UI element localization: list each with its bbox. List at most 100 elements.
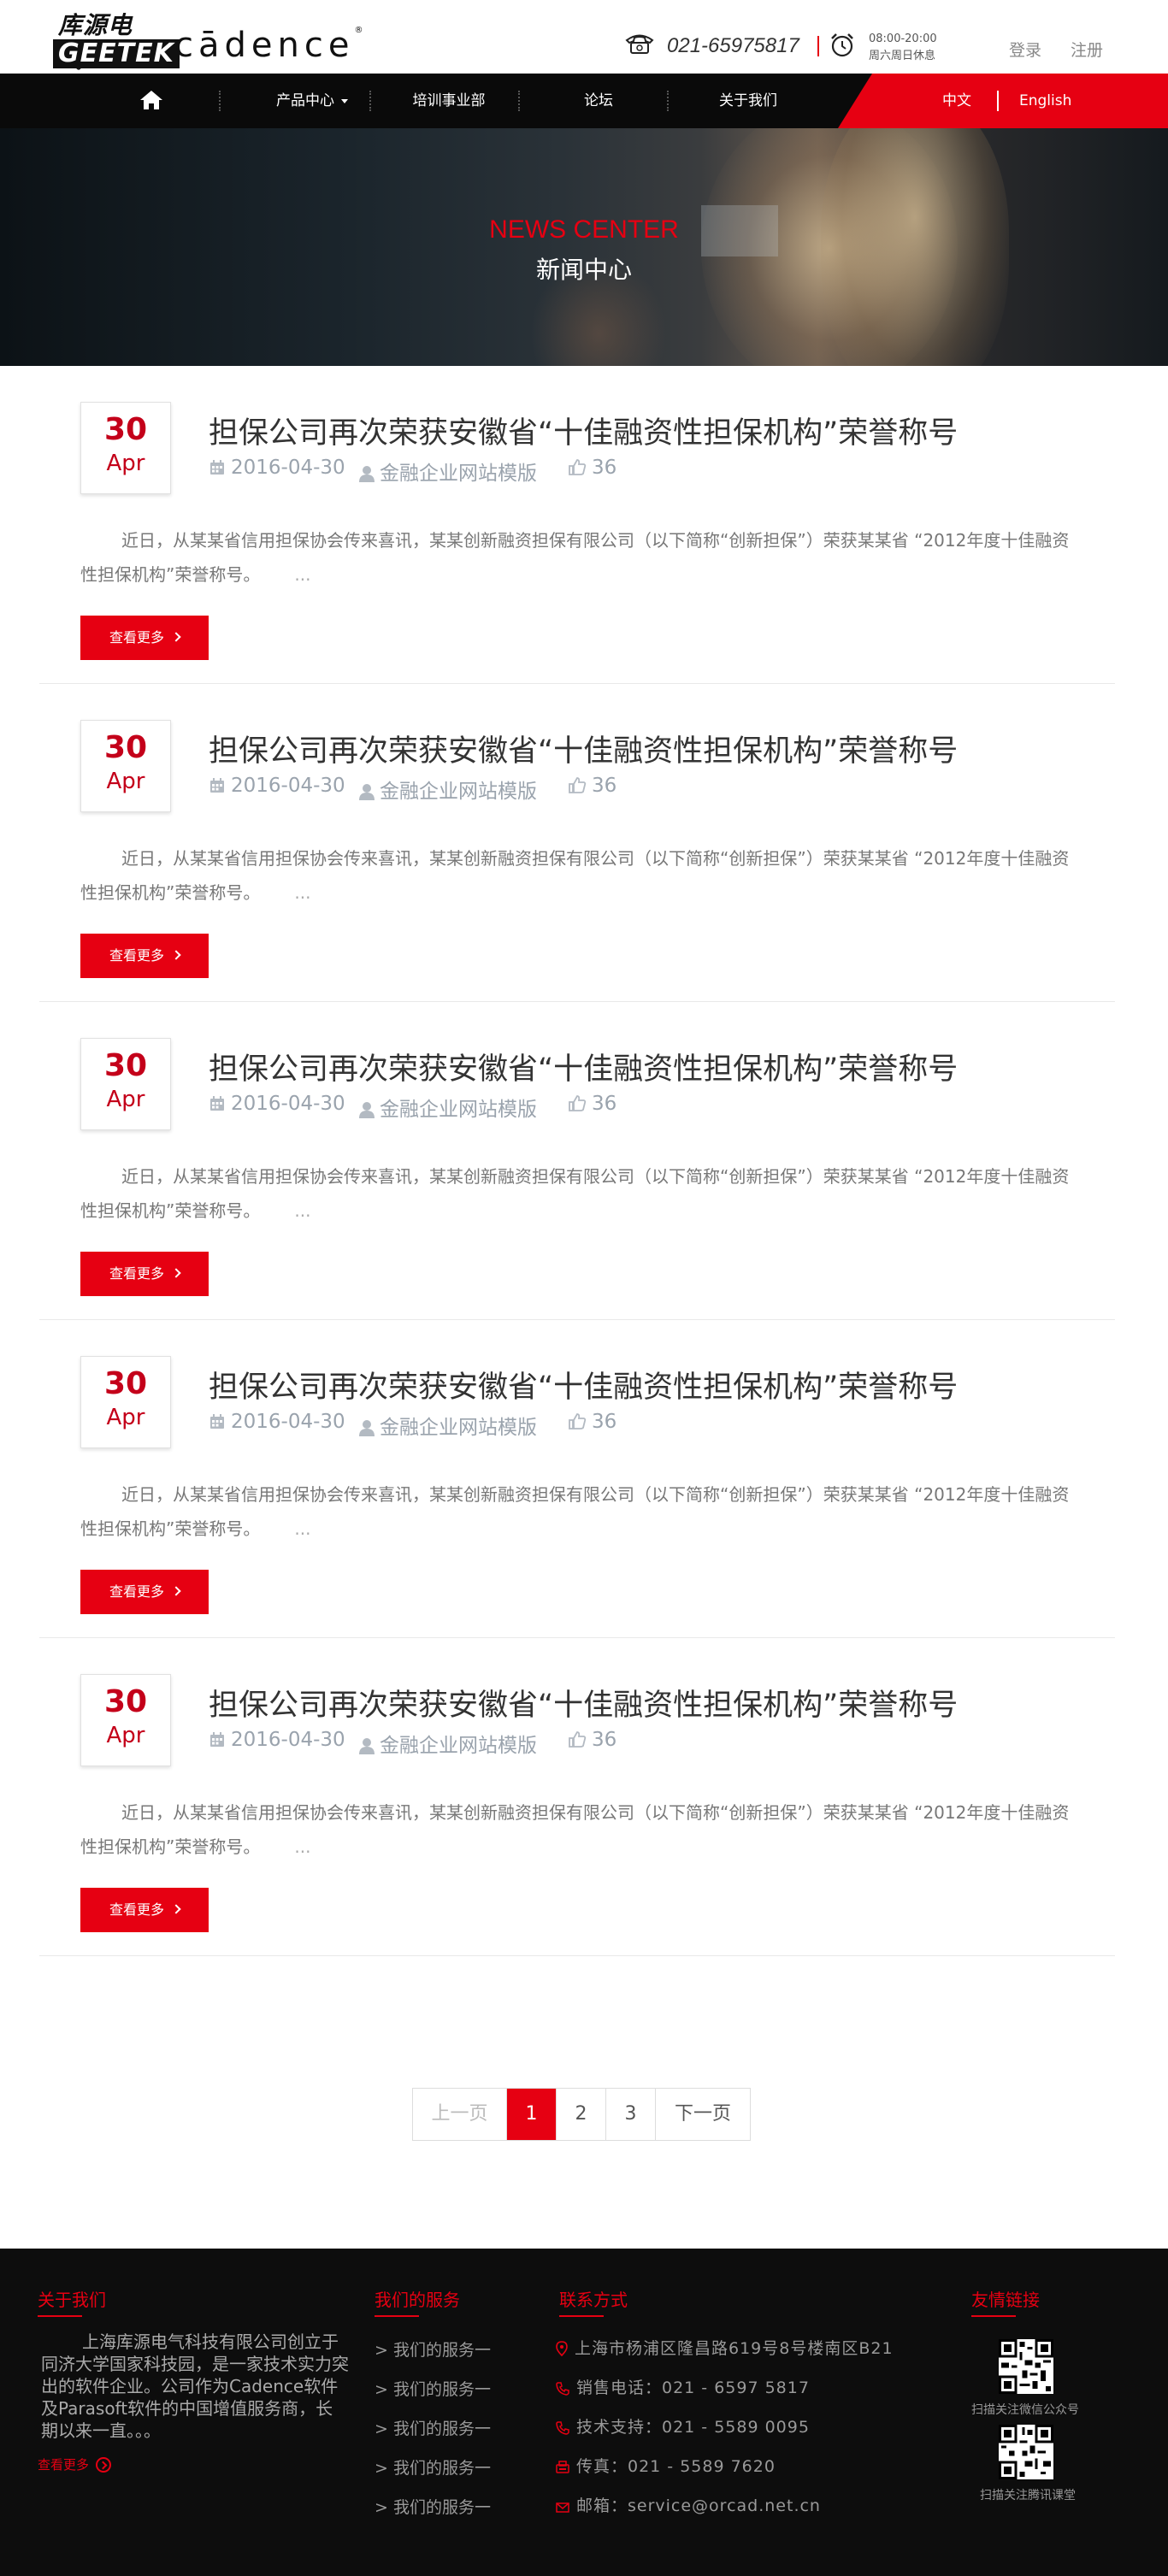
news-excerpt-ellipsis: ...: [294, 564, 311, 585]
footer-about-text: 上海库源电气科技有限公司创立于同济大学国家科技园，是一家技术实力突出的软件企业。…: [41, 2331, 349, 2441]
news-excerpt: 近日，从某某省信用担保协会传来喜讯，某某创新融资担保有限公司（以下简称“创新担保…: [80, 1477, 1072, 1546]
language-bar-bg: [838, 74, 1168, 128]
heading-underline: [38, 2315, 82, 2317]
meta-date: 2016-04-30: [209, 1411, 345, 1433]
meta-author-text[interactable]: 金融企业网站模版: [380, 781, 537, 803]
alarm-clock-icon: [831, 33, 853, 57]
meta-author-text[interactable]: 金融企业网站模版: [380, 1735, 537, 1757]
meta-date-text: 2016-04-30: [231, 1729, 345, 1751]
page: 库源电气 GEETEK cādence® 021-65975817 08:00-…: [0, 0, 1168, 2576]
footer-service-link[interactable]: > 我们的服务一: [375, 2495, 491, 2518]
read-more-button[interactable]: 查看更多: [80, 616, 209, 660]
nav-item-about[interactable]: 关于我们: [693, 74, 804, 128]
main-nav: 产品中心 培训事业部 论坛 关于我们 中文 English: [0, 74, 1168, 128]
news-excerpt-text: 近日，从某某省信用担保协会传来喜讯，某某创新融资担保有限公司（以下简称“创新担保…: [80, 530, 1070, 585]
page-button-3[interactable]: 3: [606, 2089, 656, 2140]
news-excerpt-text: 近日，从某某省信用担保协会传来喜讯，某某创新融资担保有限公司（以下简称“创新担保…: [80, 1802, 1070, 1857]
news-excerpt-text: 近日，从某某省信用担保协会传来喜讯，某某创新融资担保有限公司（以下简称“创新担保…: [80, 1166, 1070, 1221]
date-box: 30 Apr: [80, 1356, 171, 1448]
nav-item-training[interactable]: 培训事业部: [393, 74, 504, 128]
news-title[interactable]: 担保公司再次荣获安徽省“十佳融资性担保机构”荣誉称号: [209, 1681, 958, 1724]
geetek-logo[interactable]: 库源电气 GEETEK: [53, 7, 180, 74]
chevron-right-icon: [171, 632, 181, 642]
logo-en-text: GEETEK: [53, 39, 180, 68]
header-divider: [817, 36, 819, 56]
lang-chinese[interactable]: 中文: [942, 74, 971, 128]
date-day: 30: [103, 412, 148, 447]
read-more-label: 查看更多: [109, 1265, 164, 1282]
read-more-label: 查看更多: [109, 947, 164, 964]
page-button-1[interactable]: 1: [507, 2089, 557, 2140]
news-excerpt: 近日，从某某省信用担保协会传来喜讯，某某创新融资担保有限公司（以下简称“创新担保…: [80, 523, 1072, 592]
footer-service-link[interactable]: > 我们的服务一: [375, 2337, 491, 2361]
footer-more-link[interactable]: 查看更多: [38, 2455, 112, 2473]
thumbs-up-icon: [569, 1731, 587, 1748]
date-day: 30: [103, 1684, 148, 1719]
meta-date-text: 2016-04-30: [231, 775, 345, 797]
page-button-2[interactable]: 2: [557, 2089, 606, 2140]
thumbs-up-icon: [569, 1413, 587, 1429]
meta-views-text: 36: [592, 1093, 617, 1115]
read-more-button[interactable]: 查看更多: [80, 1570, 209, 1614]
news-title[interactable]: 担保公司再次荣获安徽省“十佳融资性担保机构”荣誉称号: [209, 1045, 958, 1088]
calendar-icon: [210, 1096, 224, 1111]
user-icon: [359, 466, 375, 482]
news-title[interactable]: 担保公司再次荣获安徽省“十佳融资性担保机构”荣誉称号: [209, 727, 958, 770]
cadence-logo[interactable]: cādence®: [174, 26, 363, 65]
business-hours: 08:00-20:00 周六周日休息: [869, 31, 937, 65]
mail-icon: [556, 2502, 569, 2513]
footer-service-link[interactable]: > 我们的服务一: [375, 2377, 491, 2400]
meta-date: 2016-04-30: [209, 775, 345, 797]
news-item: 30 Apr 担保公司再次荣获安徽省“十佳融资性担保机构”荣誉称号 2016-0…: [39, 1638, 1115, 1956]
news-title[interactable]: 担保公司再次荣获安徽省“十佳融资性担保机构”荣誉称号: [209, 1363, 958, 1406]
meta-author-text[interactable]: 金融企业网站模版: [380, 1417, 537, 1439]
date-day: 30: [103, 1048, 148, 1083]
read-more-label: 查看更多: [109, 1901, 164, 1918]
cadence-logo-text: cādence: [174, 26, 355, 65]
news-title[interactable]: 担保公司再次荣获安徽省“十佳融资性担保机构”荣誉称号: [209, 409, 958, 452]
nav-item-forum[interactable]: 论坛: [547, 74, 650, 128]
next-page-button[interactable]: 下一页: [656, 2089, 750, 2140]
meta-author-text[interactable]: 金融企业网站模版: [380, 1099, 537, 1121]
meta-views: 36: [568, 1411, 616, 1433]
contact-sales: 销售电话：021 - 6597 5817: [556, 2375, 810, 2398]
date-month: Apr: [106, 1405, 145, 1430]
contact-email-text[interactable]: 邮箱：service@orcad.net.cn: [576, 2496, 821, 2515]
contact-email: 邮箱：service@orcad.net.cn: [556, 2493, 821, 2516]
top-bar: 库源电气 GEETEK cādence® 021-65975817 08:00-…: [0, 0, 1168, 74]
prev-page-button[interactable]: 上一页: [413, 2089, 507, 2140]
lang-english[interactable]: English: [1019, 74, 1071, 128]
meta-date-text: 2016-04-30: [231, 1093, 345, 1115]
calendar-icon: [210, 1414, 224, 1429]
contact-fax: 传真：021 - 5589 7620: [556, 2454, 776, 2477]
caret-down-icon: [341, 98, 348, 103]
banner-title-cn: 新闻中心: [535, 256, 632, 284]
hours-line-1: 08:00-20:00: [869, 32, 937, 45]
register-link[interactable]: 注册: [1071, 38, 1103, 61]
meta-date: 2016-04-30: [209, 457, 345, 479]
nav-divider: [518, 91, 520, 111]
circle-arrow-right-icon: [96, 2457, 112, 2473]
home-icon[interactable]: [139, 89, 164, 111]
date-box: 30 Apr: [80, 1038, 171, 1130]
read-more-button[interactable]: 查看更多: [80, 934, 209, 978]
user-icon: [359, 1420, 375, 1436]
user-icon: [359, 1738, 375, 1754]
pagination: 上一页 1 2 3 下一页: [412, 2088, 751, 2141]
login-link[interactable]: 登录: [1009, 38, 1041, 61]
contact-address-text: 上海市杨浦区隆昌路619号8号楼南区B21: [575, 2339, 894, 2358]
footer-service-link[interactable]: > 我们的服务一: [375, 2455, 491, 2479]
meta-date-text: 2016-04-30: [231, 1411, 345, 1433]
read-more-button[interactable]: 查看更多: [80, 1888, 209, 1932]
nav-item-products[interactable]: 产品中心: [257, 74, 368, 128]
contact-address: 上海市杨浦区隆昌路619号8号楼南区B21: [556, 2336, 894, 2359]
hours-line-2: 周六周日休息: [869, 50, 936, 62]
footer-contact-heading: 联系方式: [559, 2290, 628, 2310]
footer-service-link[interactable]: > 我们的服务一: [375, 2416, 491, 2439]
location-pin-icon: [556, 2341, 568, 2357]
calendar-icon: [210, 1732, 224, 1747]
banner-photo-person: [821, 128, 1009, 366]
meta-author: 金融企业网站模版: [359, 1411, 537, 1440]
meta-author-text[interactable]: 金融企业网站模版: [380, 463, 537, 485]
read-more-button[interactable]: 查看更多: [80, 1252, 209, 1296]
